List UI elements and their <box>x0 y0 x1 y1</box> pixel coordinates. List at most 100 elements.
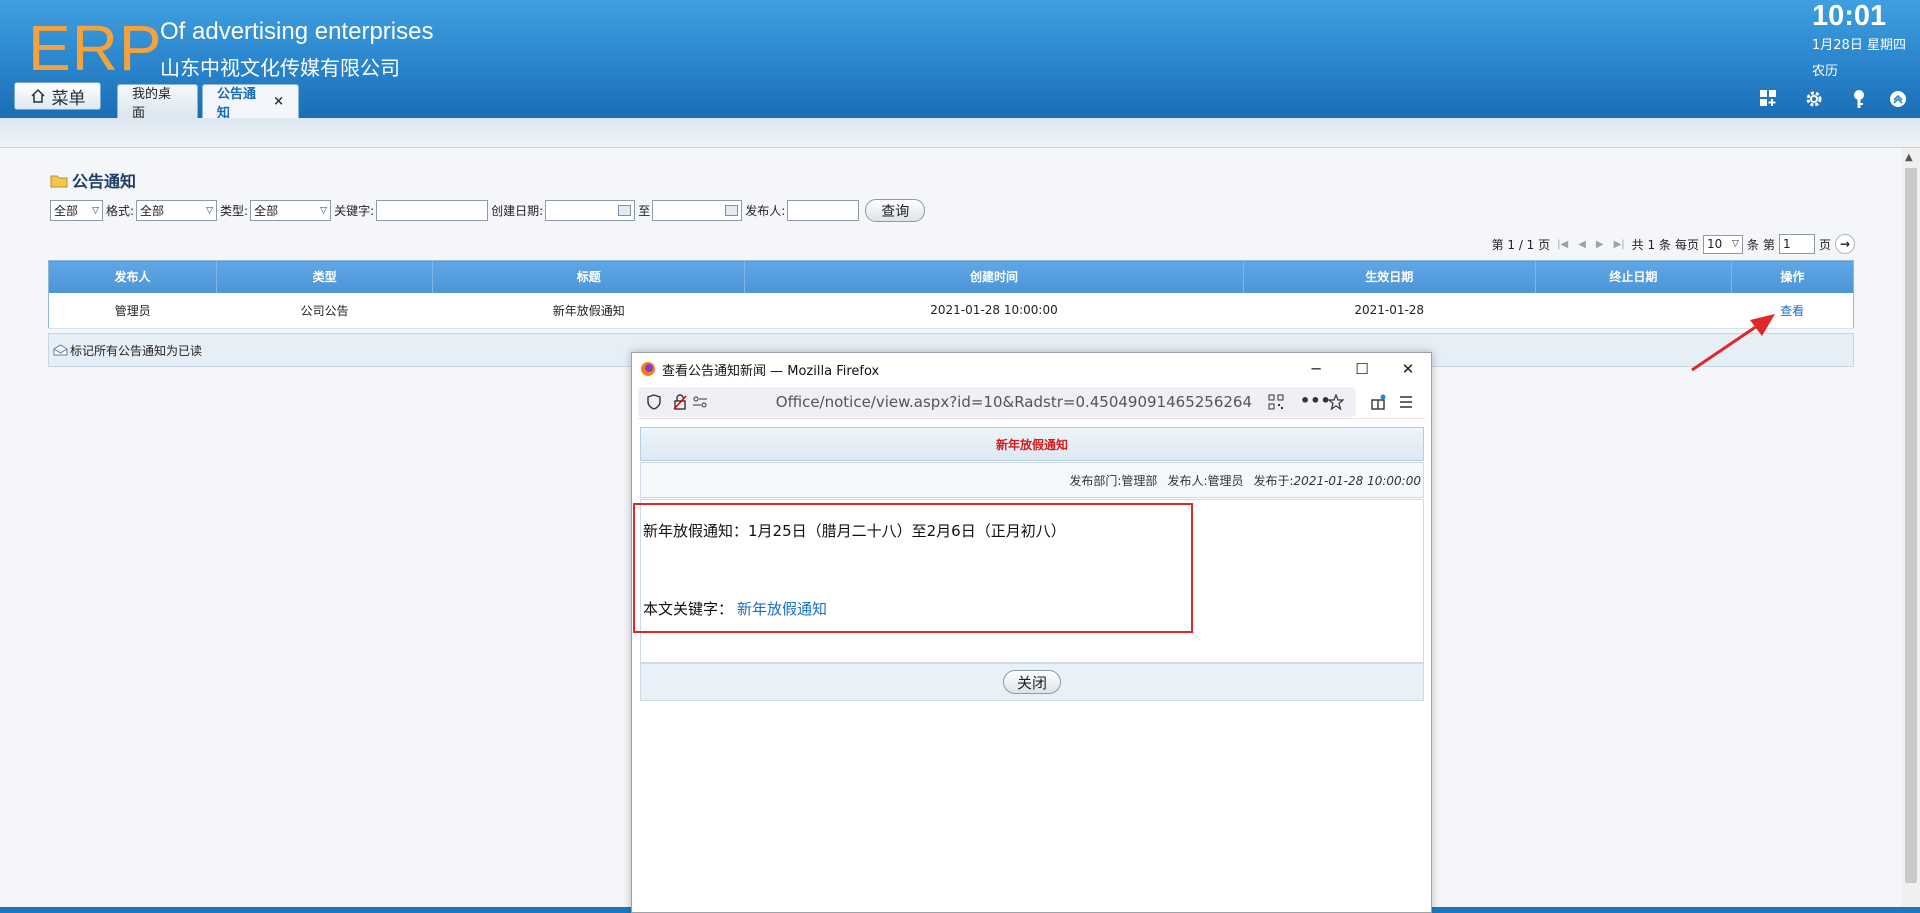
col-effective[interactable]: 生效日期 <box>1243 260 1536 293</box>
page-title: 公告通知 <box>50 168 136 192</box>
col-created[interactable]: 创建时间 <box>744 260 1244 293</box>
notice-content: 新年放假通知：1月25日（腊月二十八）至2月6日（正月初八） 本文关键字： 新年放… <box>633 499 1424 663</box>
close-button[interactable]: 关闭 <box>1003 670 1061 694</box>
shield-icon[interactable] <box>646 394 662 410</box>
folder-icon <box>50 175 68 187</box>
url-bar[interactable]: Office/notice/view.aspx?id=10&Radstr=0.4… <box>638 387 1356 417</box>
created-date-to-input[interactable] <box>652 200 743 221</box>
meta-time: 发布于:2021-01-28 10:00:00 <box>1254 472 1422 489</box>
hamburger-menu-icon[interactable] <box>1398 394 1414 410</box>
col-publisher[interactable]: 发布人 <box>48 260 218 293</box>
settings-gear-icon[interactable] <box>1803 88 1825 110</box>
permissions-icon[interactable] <box>692 394 708 410</box>
table-header-row: 发布人 类型 标题 创建时间 生效日期 终止日期 操作 <box>48 260 1854 293</box>
maximize-icon[interactable]: ☐ <box>1339 353 1385 385</box>
col-action: 操作 <box>1731 260 1854 293</box>
cell-type: 公司公告 <box>216 292 433 329</box>
tab-my-desktop[interactable]: 我的桌面 <box>117 84 198 121</box>
clock-time: 10:01 <box>1812 0 1887 32</box>
calendar-icon[interactable] <box>618 205 632 216</box>
goto-suffix: 页 <box>1818 237 1831 252</box>
bookmark-star-icon[interactable] <box>1328 394 1344 410</box>
col-title[interactable]: 标题 <box>432 260 746 293</box>
first-page-icon[interactable]: |◀ <box>1557 239 1568 250</box>
tab-label: 我的桌面 <box>132 86 172 121</box>
firefox-icon <box>641 362 655 376</box>
col-end[interactable]: 终止日期 <box>1535 260 1732 293</box>
view-link[interactable]: 查看 <box>1780 304 1804 318</box>
close-bar: 关闭 <box>640 663 1424 701</box>
date-to-label: 至 <box>638 204 651 218</box>
more-actions-icon[interactable]: ••• <box>1300 391 1331 410</box>
url-text: Office/notice/view.aspx?id=10&Radstr=0.4… <box>775 393 1252 411</box>
prev-page-icon[interactable]: ◀ <box>1578 239 1586 250</box>
chevron-down-icon: ▽ <box>1732 239 1739 249</box>
key-icon[interactable] <box>1848 88 1870 110</box>
type-label: 类型: <box>220 204 249 218</box>
format-select-value: 全部 <box>140 204 165 218</box>
extensions-gift-icon[interactable] <box>1370 394 1386 410</box>
next-page-icon[interactable]: ▶ <box>1596 239 1604 250</box>
table-row[interactable]: 管理员 公司公告 新年放假通知 2021-01-28 10:00:00 2021… <box>48 292 1854 329</box>
format-label: 格式: <box>106 204 135 218</box>
firefox-popup-window: 查看公告通知新闻 — Mozilla Firefox ─ ☐ ✕ Office/… <box>631 352 1432 913</box>
qr-code-icon[interactable] <box>1268 394 1284 410</box>
company-name-cn: 山东中视文化传媒有限公司 <box>160 56 400 80</box>
cell-effective: 2021-01-28 <box>1243 292 1536 329</box>
lunar-calendar-link[interactable]: 农历 <box>1812 60 1838 79</box>
calendar-icon[interactable] <box>725 205 739 216</box>
meta-time-value: 2021-01-28 10:00:00 <box>1293 473 1421 488</box>
dashboard-grid-icon[interactable] <box>1758 88 1780 110</box>
created-date-label: 创建日期: <box>491 204 544 218</box>
scope-select[interactable]: 全部 ▽ <box>50 200 103 221</box>
page-info: 第 1 / 1 页 <box>1491 237 1551 252</box>
close-window-icon[interactable]: ✕ <box>1385 353 1431 385</box>
main-menu-button[interactable]: 菜单 <box>14 82 101 110</box>
insecure-lock-icon[interactable] <box>672 394 688 410</box>
notice-table: 发布人 类型 标题 创建时间 生效日期 终止日期 操作 管理员 公司公告 新年放… <box>48 260 1854 329</box>
scrollbar-thumb[interactable] <box>1905 168 1917 883</box>
keyword-input[interactable] <box>376 200 489 221</box>
tab-notice[interactable]: 公告通知 × <box>202 84 299 121</box>
popup-toolbar: Office/notice/view.aspx?id=10&Radstr=0.4… <box>638 385 1425 419</box>
query-button[interactable]: 查询 <box>865 199 926 222</box>
keyword-label: 关键字: <box>334 204 375 218</box>
format-select[interactable]: 全部 ▽ <box>136 200 218 221</box>
scope-select-value: 全部 <box>54 204 79 218</box>
meta-publisher-label: 发布人: <box>1167 473 1208 488</box>
pager: 第 1 / 1 页 |◀ ◀ ▶ ▶| 共 1 条 每页 10 ▽ 条 第 1 页… <box>1492 234 1855 254</box>
cell-created: 2021-01-28 10:00:00 <box>744 292 1244 329</box>
publisher-input[interactable] <box>787 200 860 221</box>
minimize-icon[interactable]: ─ <box>1293 353 1339 385</box>
scroll-up-icon[interactable]: ▲ <box>1905 152 1913 163</box>
per-page-select[interactable]: 10 ▽ <box>1702 234 1743 254</box>
chevron-down-icon: ▽ <box>92 205 99 216</box>
clock-date: 1月28日 星期四 <box>1812 38 1906 53</box>
tab-close-icon[interactable]: × <box>273 94 284 109</box>
go-arrow-icon[interactable]: → <box>1835 234 1855 254</box>
type-select-value: 全部 <box>254 204 279 218</box>
mark-all-read-link[interactable]: 标记所有公告通知为已读 <box>70 342 202 359</box>
col-type[interactable]: 类型 <box>216 260 434 293</box>
chevron-down-icon: ▽ <box>206 205 214 216</box>
type-select[interactable]: 全部 ▽ <box>250 200 332 221</box>
collapse-up-icon[interactable] <box>1887 88 1909 110</box>
last-page-icon[interactable]: ▶| <box>1614 239 1625 250</box>
annotation-arrow-icon <box>1691 314 1775 372</box>
chevron-down-icon: ▽ <box>320 205 328 216</box>
cell-title: 新年放假通知 <box>432 292 745 329</box>
tab-label: 公告通知 <box>217 86 257 121</box>
per-page-value: 10 <box>1706 237 1723 251</box>
home-icon <box>30 88 45 103</box>
notice-meta: 发布部门:管理部 发布人:管理员 发布于:2021-01-28 10:00:00 <box>640 462 1424 498</box>
erp-logo: ERP <box>28 12 163 84</box>
sub-toolbar <box>0 118 1920 148</box>
meta-dept: 发布部门:管理部 <box>1069 472 1157 489</box>
created-date-from-input[interactable] <box>545 200 636 221</box>
popup-title: 查看公告通知新闻 — Mozilla Firefox <box>662 363 880 379</box>
per-page-unit: 条 <box>1746 237 1759 252</box>
goto-page-input[interactable]: 1 <box>1778 234 1815 254</box>
total-count: 共 1 条 <box>1631 237 1671 252</box>
meta-dept-label: 发布部门: <box>1069 473 1122 488</box>
menu-label: 菜单 <box>51 88 86 109</box>
